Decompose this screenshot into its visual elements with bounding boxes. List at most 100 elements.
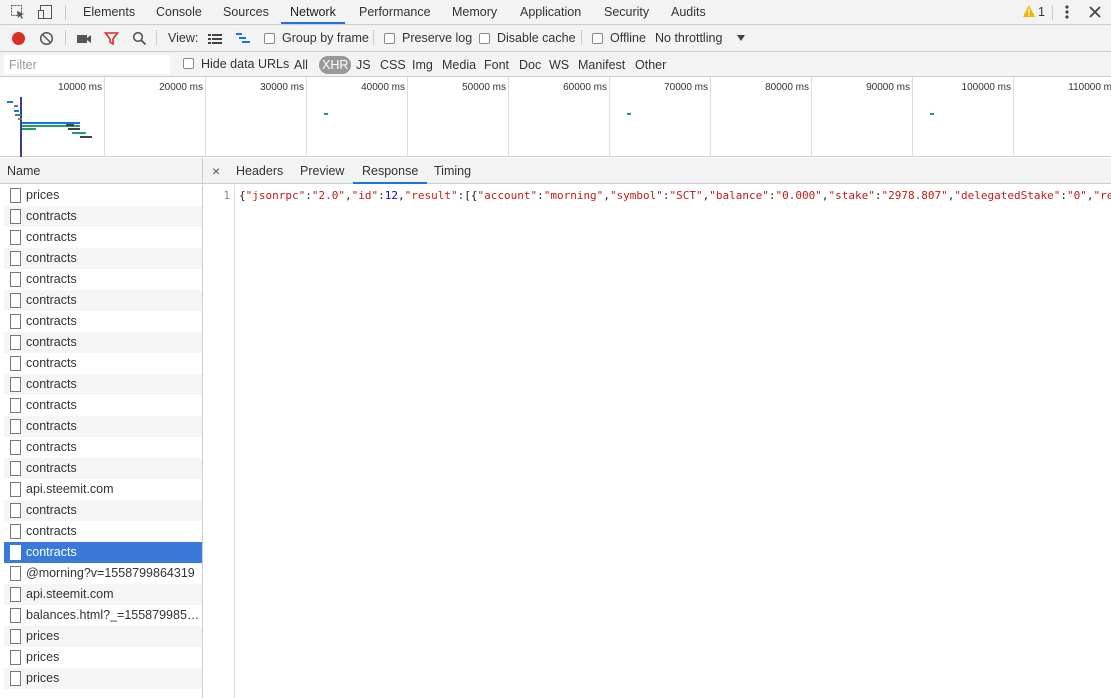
tab-elements[interactable]: Elements (83, 0, 135, 24)
devtools-tabbar: Elements Console Sources Network Performance… (0, 0, 1111, 25)
name-column-header[interactable]: Name (0, 158, 203, 184)
device-toolbar-icon[interactable] (37, 4, 53, 20)
tab-security[interactable]: Security (604, 0, 649, 24)
filter-type-css[interactable]: CSS (378, 56, 408, 74)
filter-input[interactable] (4, 55, 170, 74)
group-by-frame-checkbox[interactable] (264, 33, 275, 44)
filter-type-ws[interactable]: WS (547, 56, 571, 74)
hide-data-urls-label[interactable]: Hide data URLs (201, 57, 289, 71)
filter-type-media[interactable]: Media (440, 56, 478, 74)
request-row[interactable]: prices (4, 668, 202, 689)
request-row[interactable]: contracts (4, 416, 202, 437)
request-row[interactable]: api.steemit.com (4, 584, 202, 605)
search-icon[interactable] (132, 31, 147, 46)
request-name: contracts (26, 503, 77, 517)
response-viewer[interactable]: 1 {"jsonrpc":"2.0","id":12,"result":[{"a… (203, 185, 1111, 698)
document-icon (10, 503, 21, 518)
warning-icon[interactable] (1022, 4, 1036, 18)
request-row[interactable]: @morning?v=1558799864319 (4, 563, 202, 584)
response-body[interactable]: {"jsonrpc":"2.0","id":12,"result":[{"acc… (239, 189, 1111, 202)
request-row[interactable]: contracts (4, 353, 202, 374)
request-row[interactable]: contracts (4, 311, 202, 332)
screenshot-capture-icon[interactable] (76, 31, 92, 46)
detail-tab-response[interactable]: Response (353, 158, 428, 184)
request-name: prices (26, 671, 60, 685)
filter-type-doc[interactable]: Doc (517, 56, 543, 74)
request-row[interactable]: contracts (4, 227, 202, 248)
detail-tab-headers[interactable]: Headers (236, 158, 283, 184)
disable-cache-checkbox[interactable] (479, 33, 490, 44)
waterfall-bar (324, 113, 328, 115)
close-detail-button[interactable]: × (212, 158, 220, 184)
waterfall-bar (7, 101, 13, 103)
more-options-icon[interactable] (1061, 4, 1073, 20)
tab-application[interactable]: Application (520, 0, 581, 24)
warning-count[interactable]: 1 (1038, 5, 1045, 19)
document-icon (10, 209, 21, 224)
filter-bar: Hide data URLs All XHRJS CSSImg MediaFont Do… (0, 52, 1111, 77)
filter-type-other[interactable]: Other (633, 56, 668, 74)
request-row[interactable]: contracts (4, 206, 202, 227)
request-row[interactable]: contracts (4, 500, 202, 521)
inspect-element-icon[interactable] (10, 4, 26, 20)
dropdown-arrow-icon[interactable] (736, 34, 746, 42)
request-row[interactable]: contracts (4, 542, 202, 563)
detail-tab-timing[interactable]: Timing (434, 158, 471, 184)
timeline-tick-label: 90000 ms (866, 82, 910, 93)
record-icon[interactable] (11, 31, 26, 46)
document-icon (10, 482, 21, 497)
request-row[interactable]: balances.html?_=1558799858... (4, 605, 202, 626)
large-request-rows-icon[interactable] (207, 31, 223, 46)
filter-type-xhr[interactable]: XHR (319, 56, 352, 74)
request-row[interactable]: contracts (4, 458, 202, 479)
request-row[interactable]: api.steemit.com (4, 479, 202, 500)
request-row[interactable]: prices (4, 626, 202, 647)
request-name: api.steemit.com (26, 587, 114, 601)
tab-performance[interactable]: Performance (359, 0, 431, 24)
request-row[interactable]: contracts (4, 521, 202, 542)
tab-memory[interactable]: Memory (452, 0, 497, 24)
hide-data-urls-checkbox[interactable] (183, 58, 194, 69)
clear-icon[interactable] (39, 31, 54, 46)
tab-network[interactable]: Network (281, 0, 345, 24)
group-by-frame-label[interactable]: Group by frame (282, 31, 369, 45)
filter-type-img[interactable]: Img (410, 56, 435, 74)
request-row[interactable]: prices (4, 647, 202, 668)
document-icon (10, 398, 21, 413)
waterfall-bar (14, 110, 19, 112)
filter-type-js[interactable]: JS (354, 56, 373, 74)
request-row[interactable]: contracts (4, 374, 202, 395)
filter-type-font[interactable]: Font (482, 56, 511, 74)
preserve-log-checkbox[interactable] (384, 33, 395, 44)
tab-console[interactable]: Console (156, 0, 202, 24)
offline-label[interactable]: Offline (610, 31, 646, 45)
offline-checkbox[interactable] (592, 33, 603, 44)
request-row[interactable]: contracts (4, 437, 202, 458)
tab-sources[interactable]: Sources (223, 0, 269, 24)
document-icon (10, 251, 21, 266)
detail-tab-preview[interactable]: Preview (300, 158, 344, 184)
request-list[interactable]: prices contracts contracts contracts contrac… (0, 185, 203, 698)
network-overview[interactable]: 10000 ms 20000 ms 30000 ms 40000 ms 50000 ms… (0, 77, 1111, 157)
request-name: @morning?v=1558799864319 (26, 566, 195, 580)
filter-icon[interactable] (104, 31, 119, 46)
request-row[interactable]: contracts (4, 269, 202, 290)
disable-cache-label[interactable]: Disable cache (497, 31, 576, 45)
waterfall-bar (627, 113, 631, 115)
divider (156, 30, 157, 45)
timeline-tick-label: 20000 ms (159, 82, 203, 93)
document-icon (10, 461, 21, 476)
filter-type-manifest[interactable]: Manifest (576, 56, 627, 74)
request-row[interactable]: contracts (4, 290, 202, 311)
request-row[interactable]: prices (4, 185, 202, 206)
filter-type-all[interactable]: All (292, 56, 310, 74)
waterfall-bar (14, 105, 18, 107)
throttling-select[interactable]: No throttling (655, 31, 722, 45)
tab-audits[interactable]: Audits (671, 0, 706, 24)
request-row[interactable]: contracts (4, 248, 202, 269)
request-row[interactable]: contracts (4, 395, 202, 416)
request-row[interactable]: contracts (4, 332, 202, 353)
overview-waterfall-icon[interactable] (235, 31, 251, 46)
preserve-log-label[interactable]: Preserve log (402, 31, 472, 45)
close-devtools-icon[interactable] (1088, 5, 1102, 19)
